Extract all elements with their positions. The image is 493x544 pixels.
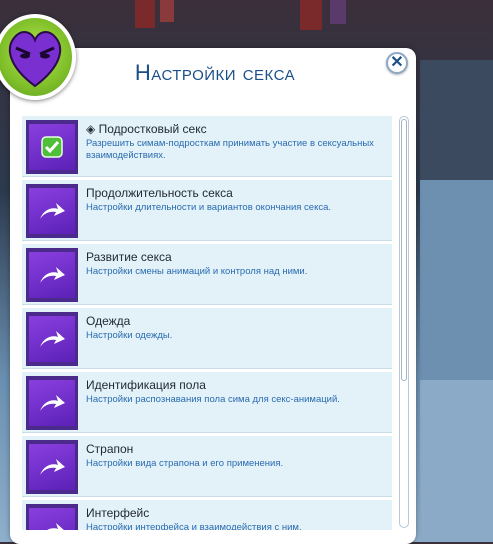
- arrow-right-icon: [40, 267, 65, 283]
- item-title: Страпон: [86, 442, 134, 456]
- item-description: Настройки вида страпона и его применения…: [86, 458, 284, 469]
- item-title: Интерфейс: [86, 506, 150, 520]
- close-button[interactable]: ✕: [386, 52, 408, 74]
- item-thumbnail: [26, 312, 78, 366]
- list-item-gender-identification[interactable]: Идентификация пола Настройки распознаван…: [22, 372, 392, 433]
- item-thumbnail: [26, 440, 78, 494]
- item-thumbnail: [26, 248, 78, 302]
- item-description: Разрешить симам-подросткам принимать уча…: [86, 138, 374, 161]
- scrollbar-thumb[interactable]: [401, 119, 407, 381]
- item-thumbnail: [26, 120, 78, 174]
- arrow-right-icon: [40, 203, 65, 219]
- arrow-right-icon: [40, 459, 65, 475]
- list-item-progression[interactable]: Развитие секса Настройки смены анимаций …: [22, 244, 392, 305]
- item-description: Настройки одежды.: [86, 330, 173, 341]
- item-title: Развитие секса: [86, 250, 172, 264]
- close-icon: ✕: [390, 54, 404, 71]
- arrow-right-icon: [40, 331, 65, 347]
- item-title: Одежда: [86, 314, 131, 328]
- list-item-strapon[interactable]: Страпон Настройки вида страпона и его пр…: [22, 436, 392, 497]
- item-title: Продолжительность секса: [86, 186, 233, 200]
- item-thumbnail: [26, 504, 78, 530]
- item-thumbnail: [26, 376, 78, 430]
- item-title: ◈ Подростковый секс: [86, 122, 207, 136]
- item-description: Настройки интерфейса и взаимодействия с …: [86, 522, 302, 530]
- dialog-title: Настройки секса: [134, 60, 296, 85]
- badge: [0, 14, 76, 100]
- list-item-teen-sex[interactable]: ◈ Подростковый секс Разрешить симам-подр…: [22, 116, 392, 177]
- list-item-interface[interactable]: Интерфейс Настройки интерфейса и взаимод…: [22, 500, 392, 530]
- list-item-clothing[interactable]: Одежда Настройки одежды.: [22, 308, 392, 369]
- item-description: Настройки распознавания пола сима для се…: [86, 394, 340, 405]
- arrow-right-icon: [47, 523, 64, 530]
- settings-list: ◈ Подростковый секс Разрешить симам-подр…: [22, 116, 392, 530]
- checkbox-checked-icon: [41, 136, 63, 158]
- scrollbar[interactable]: [399, 116, 409, 528]
- arrow-right-icon: [40, 395, 65, 411]
- item-description: Настройки смены анимаций и контроля над …: [86, 266, 308, 277]
- item-description: Настройки длительности и вариантов оконч…: [86, 202, 332, 213]
- item-thumbnail: [26, 184, 78, 238]
- item-title: Идентификация пола: [86, 378, 206, 392]
- list-item-duration[interactable]: Продолжительность секса Настройки длител…: [22, 180, 392, 241]
